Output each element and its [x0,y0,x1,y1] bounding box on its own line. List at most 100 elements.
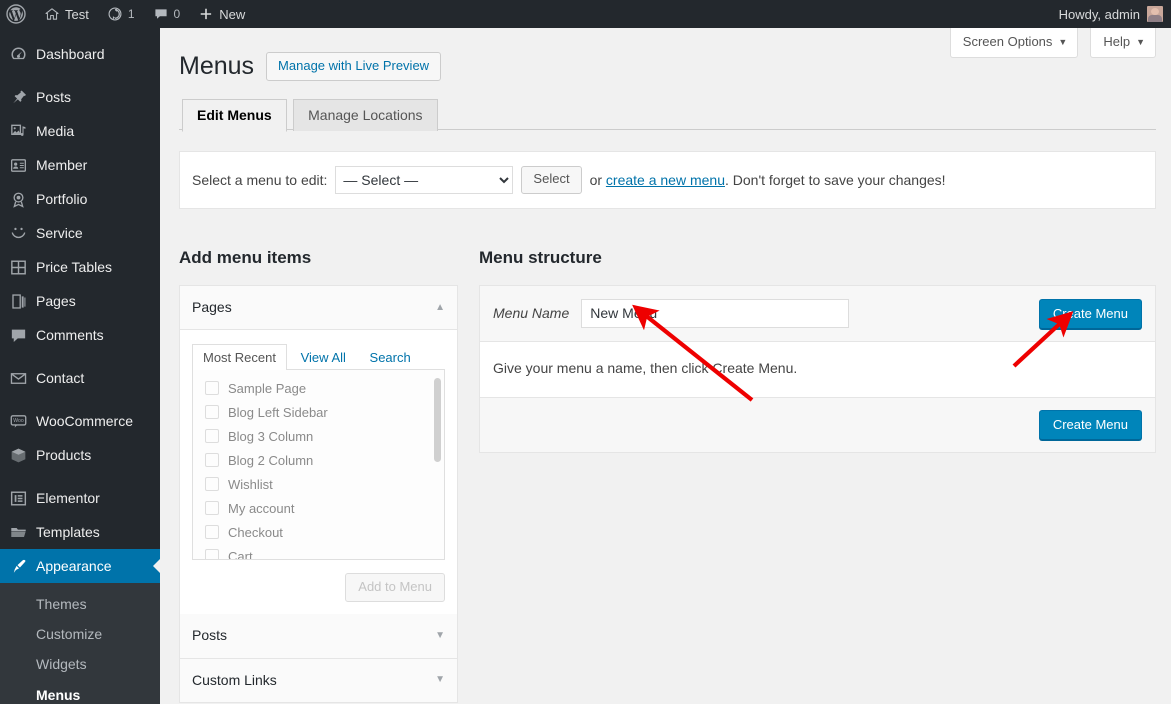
sidebar-item-label: Price Tables [36,260,112,274]
sidebar-item-label: WooCommerce [36,414,133,428]
sidebar-item-label: Appearance [36,559,112,573]
comments-menu[interactable]: 0 [144,0,190,28]
accordion-header-custom-links[interactable]: Custom Links ▼ [180,659,457,703]
list-item[interactable]: Cart [193,544,444,560]
submenu-item-customize[interactable]: Customize [0,619,160,649]
list-item[interactable]: Blog Left Sidebar [193,400,444,424]
page-title: Menus [179,50,254,83]
checkbox-icon[interactable] [205,525,219,539]
list-item-label: Wishlist [228,477,273,492]
menu-select-bar: Select a menu to edit: — Select — Select… [179,151,1156,209]
menu-separator [0,395,160,404]
sidebar-item-label: Comments [36,328,104,342]
sidebar-item-pages[interactable]: Pages [0,284,160,318]
list-item[interactable]: Blog 3 Column [193,424,444,448]
sidebar-item-portfolio[interactable]: Portfolio [0,182,160,216]
menu-separator [0,71,160,80]
select-button[interactable]: Select [521,166,581,194]
add-menu-items-heading: Add menu items [179,246,458,270]
sidebar-item-templates[interactable]: Templates [0,515,160,549]
list-item[interactable]: Blog 2 Column [193,448,444,472]
howdy-label: Howdy, admin [1059,7,1140,22]
sidebar-item-label: Products [36,448,91,462]
submenu-item-widgets[interactable]: Widgets [0,649,160,679]
create-a-new-menu-link[interactable]: create a new menu [606,172,725,188]
sidebar-item-woocommerce[interactable]: Woo WooCommerce [0,404,160,438]
tab-manage-locations[interactable]: Manage Locations [293,99,437,132]
account-area[interactable]: Howdy, admin [1059,6,1171,22]
inner-tab-search[interactable]: Search [360,345,421,371]
award-icon [0,190,36,209]
tab-edit-menus[interactable]: Edit Menus [182,99,287,133]
menu-structure-column: Menu structure Menu Name Create Menu Giv… [479,246,1156,453]
wordpress-logo-menu[interactable] [0,0,35,28]
sidebar-item-label: Member [36,158,87,172]
chevron-down-icon: ▼ [435,629,445,643]
screen-options-button[interactable]: Screen Options▼ [950,28,1079,58]
new-content-menu[interactable]: New [189,0,254,28]
menu-name-label: Menu Name [493,305,569,321]
menu-select-dropdown[interactable]: — Select — [335,166,513,194]
select-menu-label: Select a menu to edit: [192,172,327,188]
smiley-icon [0,224,36,243]
pages-panel-actions: Add to Menu [192,560,445,602]
sidebar-item-member[interactable]: Member [0,148,160,182]
comments-count: 0 [174,7,181,21]
sidebar-item-dashboard[interactable]: Dashboard [0,37,160,71]
updates-menu[interactable]: 1 [98,0,144,28]
sidebar-item-posts[interactable]: Posts [0,80,160,114]
pages-inner-tabs: Most Recent View All Search [192,343,445,370]
elementor-icon [0,489,36,508]
list-scrollbar[interactable] [434,378,441,462]
sidebar-item-service[interactable]: Service [0,216,160,250]
list-item[interactable]: Checkout [193,520,444,544]
checkbox-icon[interactable] [205,453,219,467]
list-item[interactable]: Wishlist [193,472,444,496]
updates-icon [107,6,123,22]
sidebar-item-media[interactable]: Media [0,114,160,148]
list-item-label: Cart [228,549,253,561]
comment-bubble-icon [0,326,36,345]
checkbox-icon[interactable] [205,381,219,395]
checkbox-icon[interactable] [205,477,219,491]
sidebar-item-elementor[interactable]: Elementor [0,481,160,515]
sidebar-item-contact[interactable]: Contact [0,361,160,395]
pages-checkbox-list[interactable]: Sample Page Blog Left Sidebar Blog 3 Col… [192,370,445,560]
manage-with-live-preview-button[interactable]: Manage with Live Preview [266,52,441,81]
sidebar-item-comments[interactable]: Comments [0,318,160,352]
sidebar-item-label: Posts [36,90,71,104]
list-item-label: My account [228,501,294,516]
screen-meta-links: Screen Options▼ Help▼ [938,28,1156,58]
sidebar-item-products[interactable]: Products [0,438,160,472]
accordion-header-posts[interactable]: Posts ▼ [180,614,457,659]
create-menu-button-bottom[interactable]: Create Menu [1039,410,1142,441]
list-item[interactable]: Sample Page [193,376,444,400]
site-name-menu[interactable]: Test [35,0,98,28]
add-menu-items-accordion: Pages ▲ Most Recent View All Search Samp… [179,285,458,703]
sidebar-item-price-tables[interactable]: Price Tables [0,250,160,284]
menu-name-input[interactable] [581,299,849,328]
sidebar-item-label: Pages [36,294,76,308]
inner-tab-most-recent[interactable]: Most Recent [192,344,287,372]
inner-tab-view-all[interactable]: View All [291,345,356,371]
checkbox-icon[interactable] [205,549,219,560]
list-item[interactable]: My account [193,496,444,520]
submenu-item-themes[interactable]: Themes [0,589,160,619]
create-menu-button-top[interactable]: Create Menu [1039,299,1142,330]
help-button[interactable]: Help▼ [1090,28,1156,58]
checkbox-icon[interactable] [205,501,219,515]
sidebar-item-appearance[interactable]: Appearance [0,549,160,583]
pages-icon [0,292,36,311]
accordion-header-pages[interactable]: Pages ▲ [180,286,457,331]
menu-structure-box: Menu Name Create Menu Give your menu a n… [479,285,1156,454]
woocommerce-icon: Woo [0,412,36,431]
checkbox-icon[interactable] [205,429,219,443]
add-to-menu-button[interactable]: Add to Menu [345,573,445,602]
submenu-item-menus[interactable]: Menus [0,680,160,704]
checkbox-icon[interactable] [205,405,219,419]
admin-bar: Test 1 0 New Howdy, admin [0,0,1171,28]
list-item-label: Checkout [228,525,283,540]
menu-name-row: Menu Name Create Menu [480,286,1155,342]
chevron-down-icon: ▼ [435,673,445,687]
wordpress-logo-icon [6,4,26,24]
